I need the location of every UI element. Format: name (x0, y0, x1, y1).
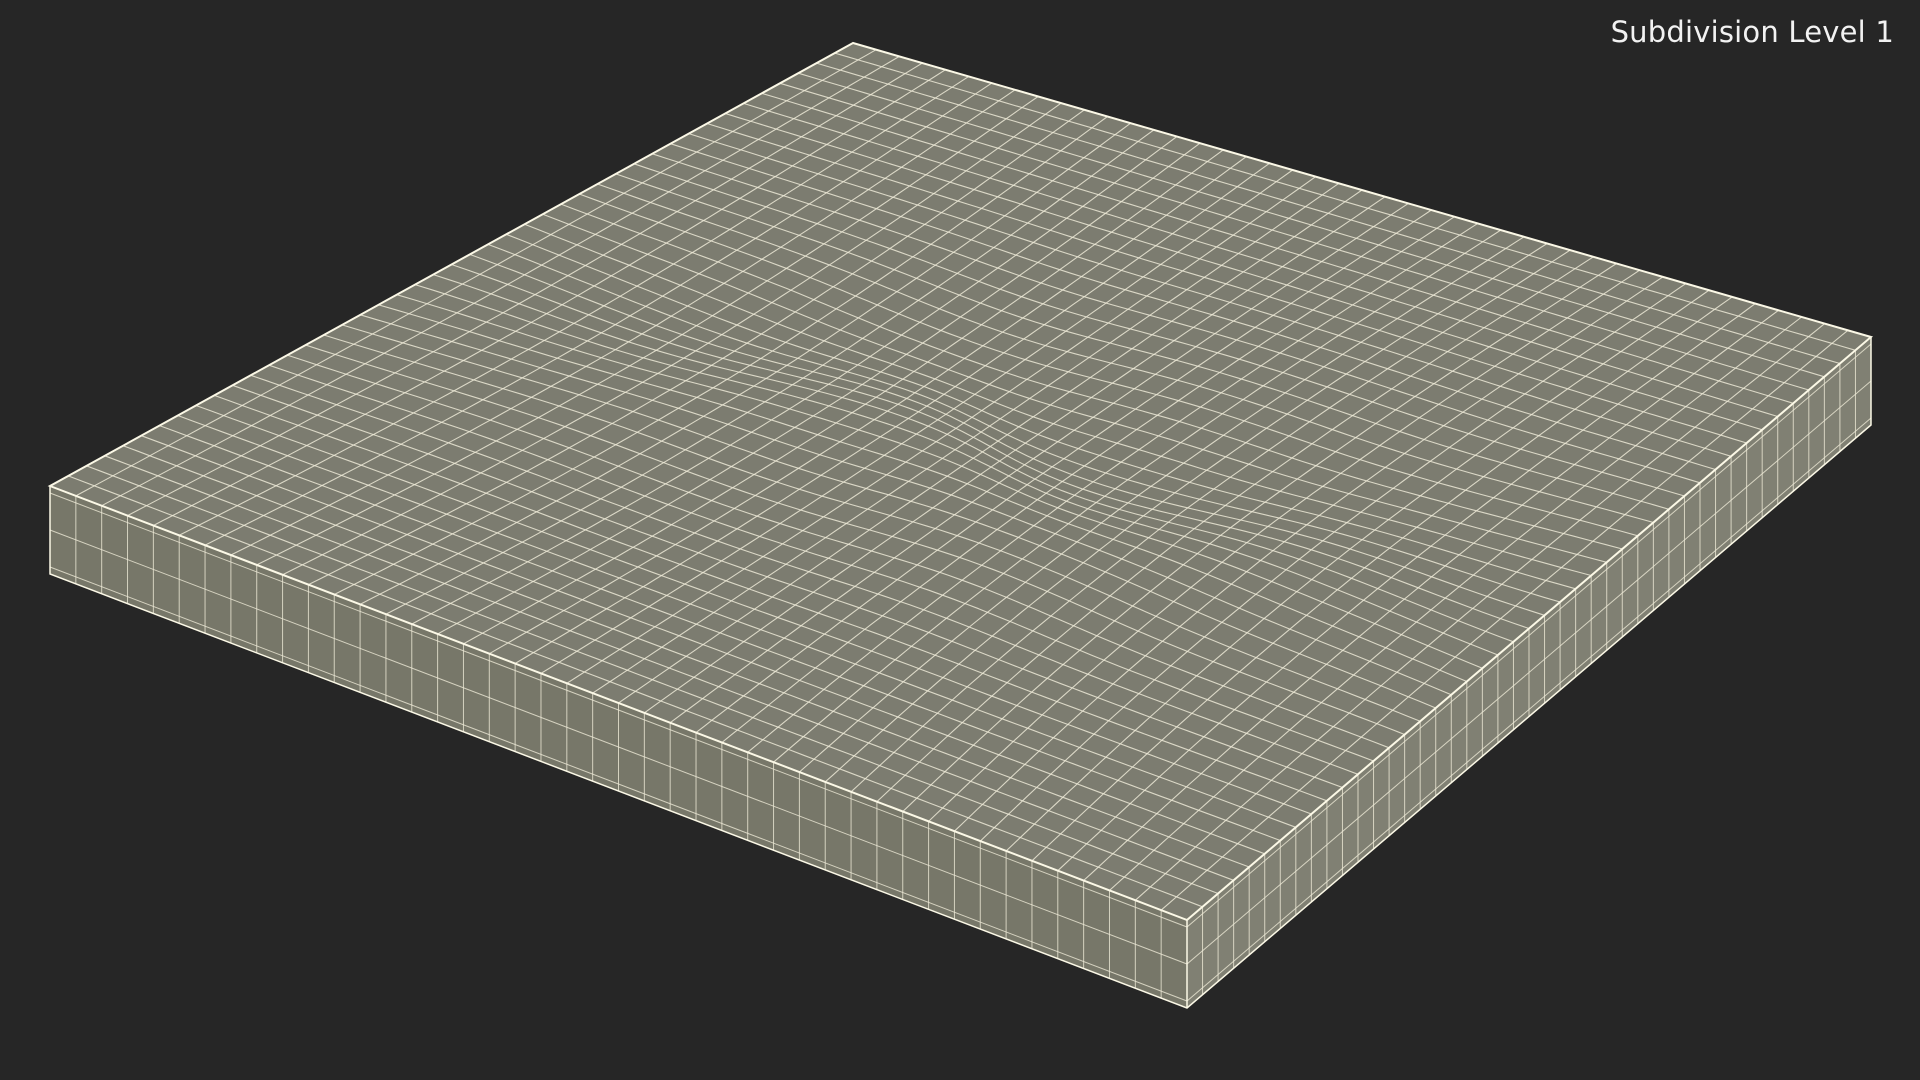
wireframe-slab-render (47, 41, 1874, 1009)
slab-mesh (47, 41, 1874, 1009)
subdivision-level-label: Subdivision Level 1 (1610, 15, 1894, 49)
viewport: Subdivision Level 1 (0, 0, 1920, 1080)
